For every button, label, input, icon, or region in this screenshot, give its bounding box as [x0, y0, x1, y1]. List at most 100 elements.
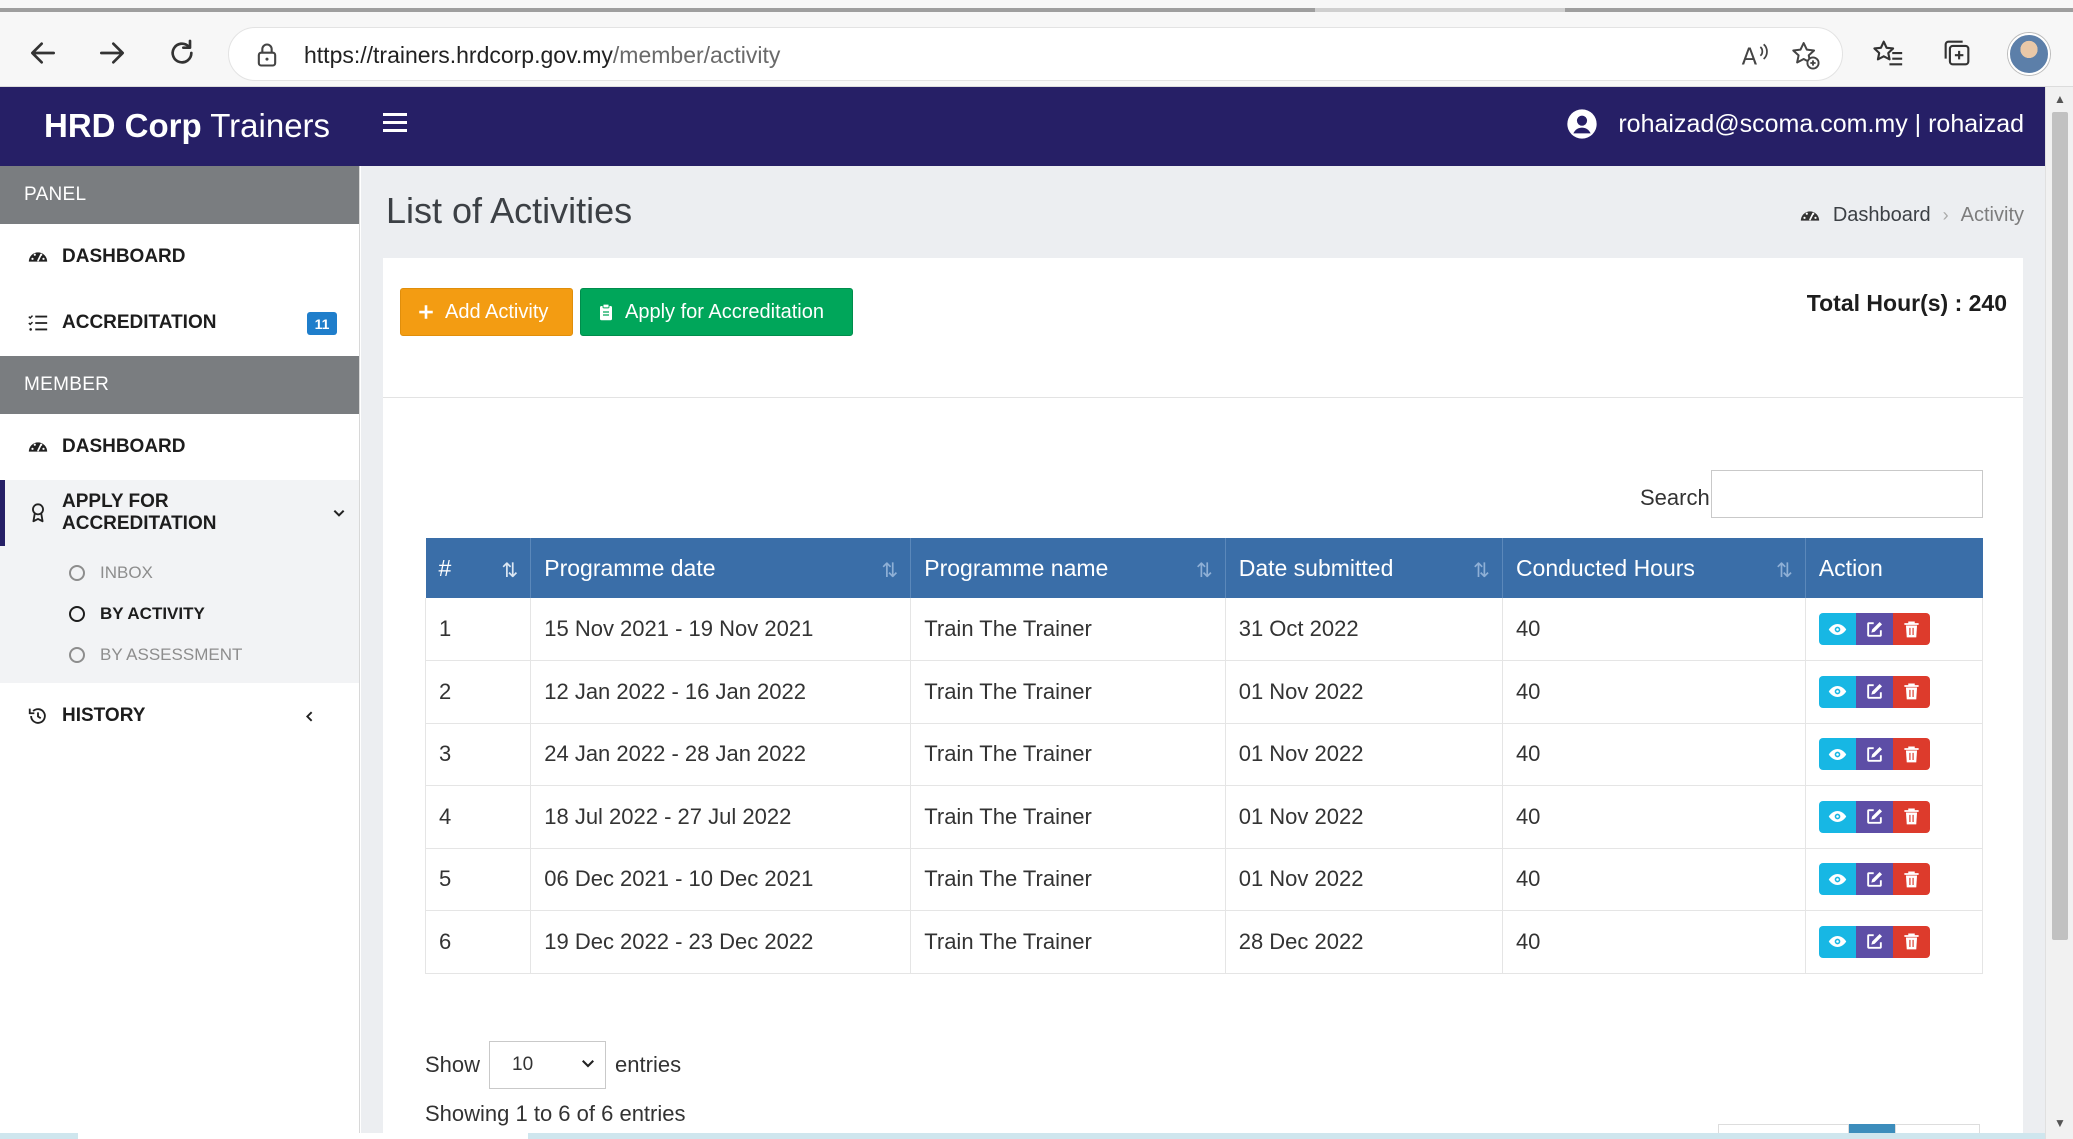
column-header-action: Action	[1805, 538, 1983, 598]
user-email: rohaizad@scoma.com.my | rohaizad	[1618, 109, 2024, 138]
add-favorite-icon[interactable]	[1789, 39, 1821, 71]
delete-button[interactable]	[1892, 738, 1930, 771]
edit-icon	[1867, 621, 1882, 637]
breadcrumb: Dashboard › Activity	[1799, 204, 2024, 227]
page-size-select[interactable]: 10	[489, 1041, 607, 1089]
plus-icon	[419, 305, 433, 319]
history-icon	[28, 708, 46, 724]
address-bar[interactable]: https://trainers.hrdcorp.gov.my/member/a…	[228, 27, 1843, 81]
sort-icon: ⇅	[1776, 560, 1793, 582]
eye-icon	[1828, 811, 1847, 823]
view-button[interactable]	[1818, 925, 1856, 958]
table-row: 4 18 Jul 2022 - 27 Jul 2022 Train The Tr…	[424, 785, 1984, 849]
edit-icon	[1867, 746, 1882, 762]
tab-strip-edge	[0, 8, 2073, 12]
trash-icon	[1904, 933, 1919, 950]
eye-icon	[1828, 623, 1847, 635]
delete-button[interactable]	[1892, 800, 1930, 833]
edit-button[interactable]	[1855, 863, 1893, 896]
sidebar-section-panel: PANEL	[0, 166, 359, 224]
activities-card: Add Activity Apply for Accreditation Tot…	[383, 258, 2023, 1139]
view-button[interactable]	[1818, 738, 1856, 771]
sidebar-item-apply-accreditation[interactable]: APPLY FOR ACCREDITATION	[0, 480, 359, 546]
read-aloud-icon[interactable]: A	[1739, 39, 1771, 71]
edit-icon	[1867, 684, 1882, 700]
sidebar-subitem-by-assessment[interactable]: BY ASSESSMENT	[0, 634, 359, 675]
reload-icon	[171, 39, 193, 64]
collections-icon[interactable]	[1940, 36, 1974, 70]
trash-icon	[1904, 746, 1919, 763]
breadcrumb-current: Activity	[1960, 204, 2024, 226]
table-header-row: # ⇅ Programme date ⇅ Programme name ⇅ Date …	[425, 538, 1983, 598]
trash-icon	[1904, 808, 1919, 825]
delete-button[interactable]	[1892, 613, 1930, 645]
sidebar: PANEL DASHBOARD ACCREDITATION 11 MEMBER …	[0, 166, 360, 1139]
delete-button[interactable]	[1892, 863, 1930, 896]
column-header-number[interactable]: # ⇅	[425, 538, 532, 598]
view-button[interactable]	[1818, 675, 1856, 708]
view-button[interactable]	[1818, 863, 1856, 896]
forward-button[interactable]	[89, 30, 135, 76]
delete-button[interactable]	[1892, 675, 1930, 708]
sidebar-item-member-dashboard[interactable]: DASHBOARD	[0, 414, 359, 480]
clipboard-icon	[600, 303, 612, 321]
view-button[interactable]	[1818, 613, 1856, 645]
sidebar-item-history[interactable]: HISTORY	[0, 683, 359, 749]
circle-icon	[69, 605, 85, 622]
breadcrumb-separator: ›	[1942, 205, 1949, 225]
sidebar-section-member: MEMBER	[0, 356, 359, 414]
profile-avatar[interactable]	[2008, 33, 2050, 75]
chevron-left-icon	[305, 710, 313, 722]
card-toolbar: Add Activity Apply for Accreditation Tot…	[383, 258, 2023, 398]
sidebar-subitem-inbox[interactable]: INBOX	[0, 552, 359, 593]
edit-icon	[1867, 934, 1882, 950]
column-header-programme-date[interactable]: Programme date ⇅	[530, 538, 912, 598]
user-menu[interactable]: rohaizad@scoma.com.my | rohaizad	[1566, 108, 2024, 140]
add-activity-button[interactable]: Add Activity	[400, 288, 573, 336]
brand-logo[interactable]: HRD Corp Trainers	[44, 107, 330, 145]
chevron-down-icon	[333, 509, 345, 517]
accreditation-count-badge: 11	[307, 312, 337, 335]
column-header-date-submitted[interactable]: Date submitted ⇅	[1225, 538, 1503, 598]
scroll-down-icon[interactable]: ▼	[2054, 1117, 2066, 1129]
search-input[interactable]	[1711, 470, 1983, 518]
award-icon	[32, 503, 44, 523]
scroll-up-icon[interactable]: ▲	[2054, 93, 2066, 105]
sidebar-subitem-by-activity[interactable]: BY ACTIVITY	[0, 593, 359, 634]
vertical-scrollbar[interactable]: ▲ ▼	[2045, 87, 2073, 1139]
table-row: 6 19 Dec 2022 - 23 Dec 2022 Train The Tr…	[424, 910, 1984, 974]
row-actions	[1805, 910, 1984, 974]
total-hours: Total Hour(s) : 240	[1806, 290, 2007, 316]
column-header-conducted-hours[interactable]: Conducted Hours ⇅	[1502, 538, 1806, 598]
edit-button[interactable]	[1855, 613, 1893, 645]
reload-button[interactable]	[159, 30, 205, 76]
sort-icon: ⇅	[1473, 560, 1490, 582]
edit-icon	[1867, 871, 1882, 887]
horizontal-scroll-edge	[0, 1133, 2045, 1139]
chevron-down-icon	[582, 1060, 595, 1068]
apply-accreditation-submenu: INBOX BY ACTIVITY BY ASSESSMENT	[0, 546, 359, 683]
row-actions	[1805, 848, 1984, 911]
edit-button[interactable]	[1855, 925, 1893, 958]
scrollbar-thumb[interactable]	[2052, 112, 2068, 940]
column-header-programme-name[interactable]: Programme name ⇅	[910, 538, 1226, 598]
delete-button[interactable]	[1892, 925, 1930, 958]
breadcrumb-dashboard-link[interactable]: Dashboard	[1833, 204, 1931, 227]
table-row: 1 15 Nov 2021 - 19 Nov 2021 Train The Tr…	[424, 598, 1984, 661]
menu-toggle-icon[interactable]	[383, 113, 407, 137]
edit-button[interactable]	[1855, 800, 1893, 833]
sidebar-item-panel-dashboard[interactable]: DASHBOARD	[0, 224, 359, 290]
edit-button[interactable]	[1855, 675, 1893, 708]
trash-icon	[1904, 683, 1919, 700]
svg-text:A: A	[1742, 44, 1758, 70]
trash-icon	[1904, 871, 1919, 888]
apply-accreditation-button[interactable]: Apply for Accreditation	[580, 288, 853, 336]
sidebar-item-accreditation[interactable]: ACCREDITATION 11	[0, 290, 359, 356]
view-button[interactable]	[1818, 800, 1856, 833]
edit-button[interactable]	[1855, 738, 1893, 771]
eye-icon	[1828, 748, 1847, 760]
back-button[interactable]	[20, 30, 66, 76]
activities-table: # ⇅ Programme date ⇅ Programme name ⇅ Date …	[424, 538, 1984, 974]
table-row: 3 24 Jan 2022 - 28 Jan 2022 Train The Tr…	[424, 723, 1984, 786]
favorites-icon[interactable]	[1871, 36, 1905, 70]
